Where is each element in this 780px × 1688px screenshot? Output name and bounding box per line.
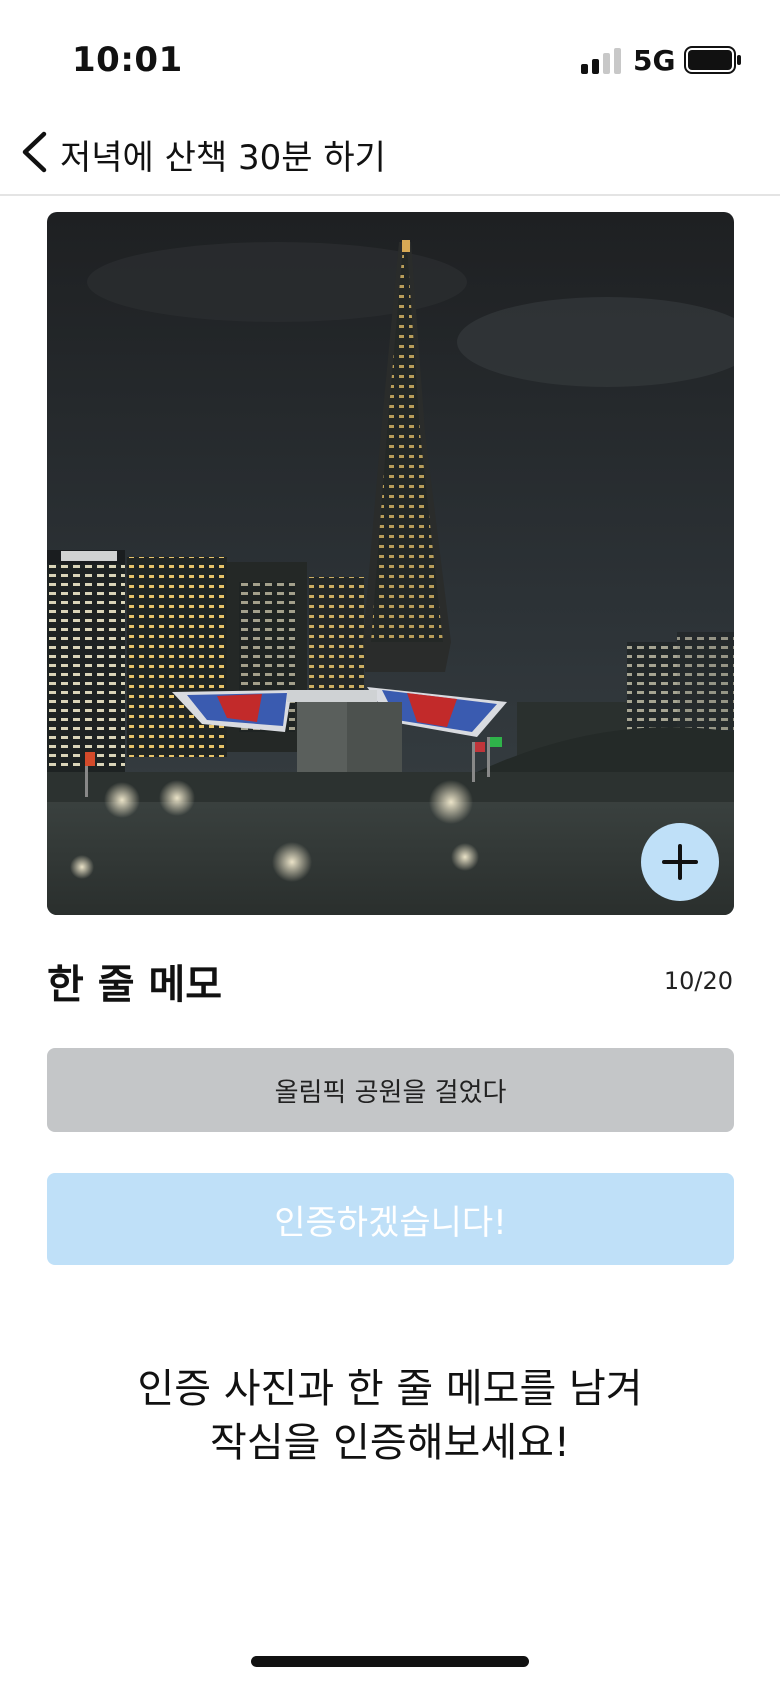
plus-icon — [662, 844, 698, 880]
status-bar: 10:01 5G — [0, 0, 780, 110]
memo-char-counter: 10/20 — [663, 967, 733, 995]
night-city-photo — [47, 212, 734, 915]
submit-certification-button[interactable]: 인증하겠습니다! — [47, 1173, 734, 1265]
memo-input[interactable] — [47, 1048, 734, 1132]
chevron-left-icon — [22, 131, 47, 173]
certification-photo[interactable] — [47, 212, 734, 915]
home-indicator[interactable] — [251, 1656, 529, 1667]
back-button[interactable] — [14, 128, 54, 176]
signal-icon — [581, 48, 621, 74]
memo-heading: 한 줄 메모 — [47, 962, 223, 1008]
network-type: 5G — [633, 44, 676, 77]
battery-icon — [684, 46, 741, 74]
page-title: 저녁에 산책 30분 하기 — [60, 138, 386, 178]
status-time: 10:01 — [72, 40, 183, 80]
guide-text-line-1: 인증 사진과 한 줄 메모를 남겨 — [137, 1366, 643, 1412]
add-photo-button[interactable] — [641, 823, 719, 901]
guide-text: 인증 사진과 한 줄 메모를 남겨 작심을 인증해보세요! — [0, 1362, 780, 1470]
guide-text-line-2: 작심을 인증해보세요! — [210, 1420, 570, 1466]
nav-bar: 저녁에 산책 30분 하기 — [0, 110, 780, 196]
